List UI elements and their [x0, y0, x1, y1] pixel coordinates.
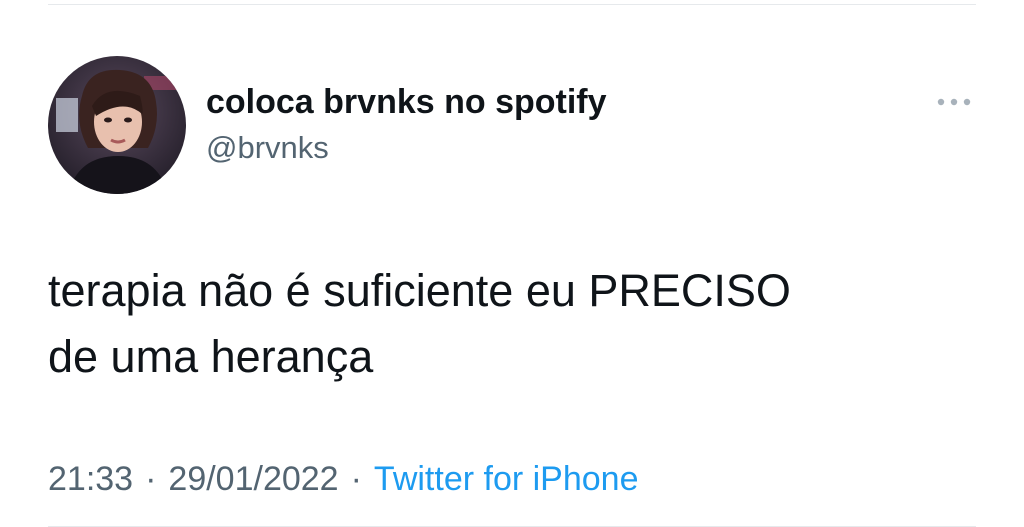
tweet-time[interactable]: 21:33: [48, 460, 133, 498]
more-options-button[interactable]: [932, 92, 976, 112]
meta-separator: ·: [350, 460, 362, 498]
display-name[interactable]: coloca brvnks no spotify: [206, 82, 607, 122]
tweet-text: terapia não é suficiente eu PRECISO de u…: [48, 258, 978, 390]
more-horizontal-icon: [937, 98, 971, 106]
meta-separator: ·: [145, 460, 157, 498]
top-divider: [48, 4, 976, 5]
tweet-metadata: 21:33 · 29/01/2022 · Twitter for iPhone: [48, 456, 638, 502]
avatar[interactable]: [48, 56, 186, 194]
avatar-image: [48, 56, 186, 194]
tweet-date[interactable]: 29/01/2022: [168, 460, 338, 498]
tweet-text-line-2: de uma herança: [48, 331, 374, 382]
tweet-header: coloca brvnks no spotify @brvnks: [48, 56, 976, 196]
user-handle[interactable]: @brvnks: [206, 128, 607, 168]
tweet-card: coloca brvnks no spotify @brvnks terapia…: [0, 0, 1024, 527]
user-identity: coloca brvnks no spotify @brvnks: [206, 82, 607, 168]
tweet-text-line-1: terapia não é suficiente eu PRECISO: [48, 265, 791, 316]
tweet-source-link[interactable]: Twitter for iPhone: [374, 460, 639, 498]
